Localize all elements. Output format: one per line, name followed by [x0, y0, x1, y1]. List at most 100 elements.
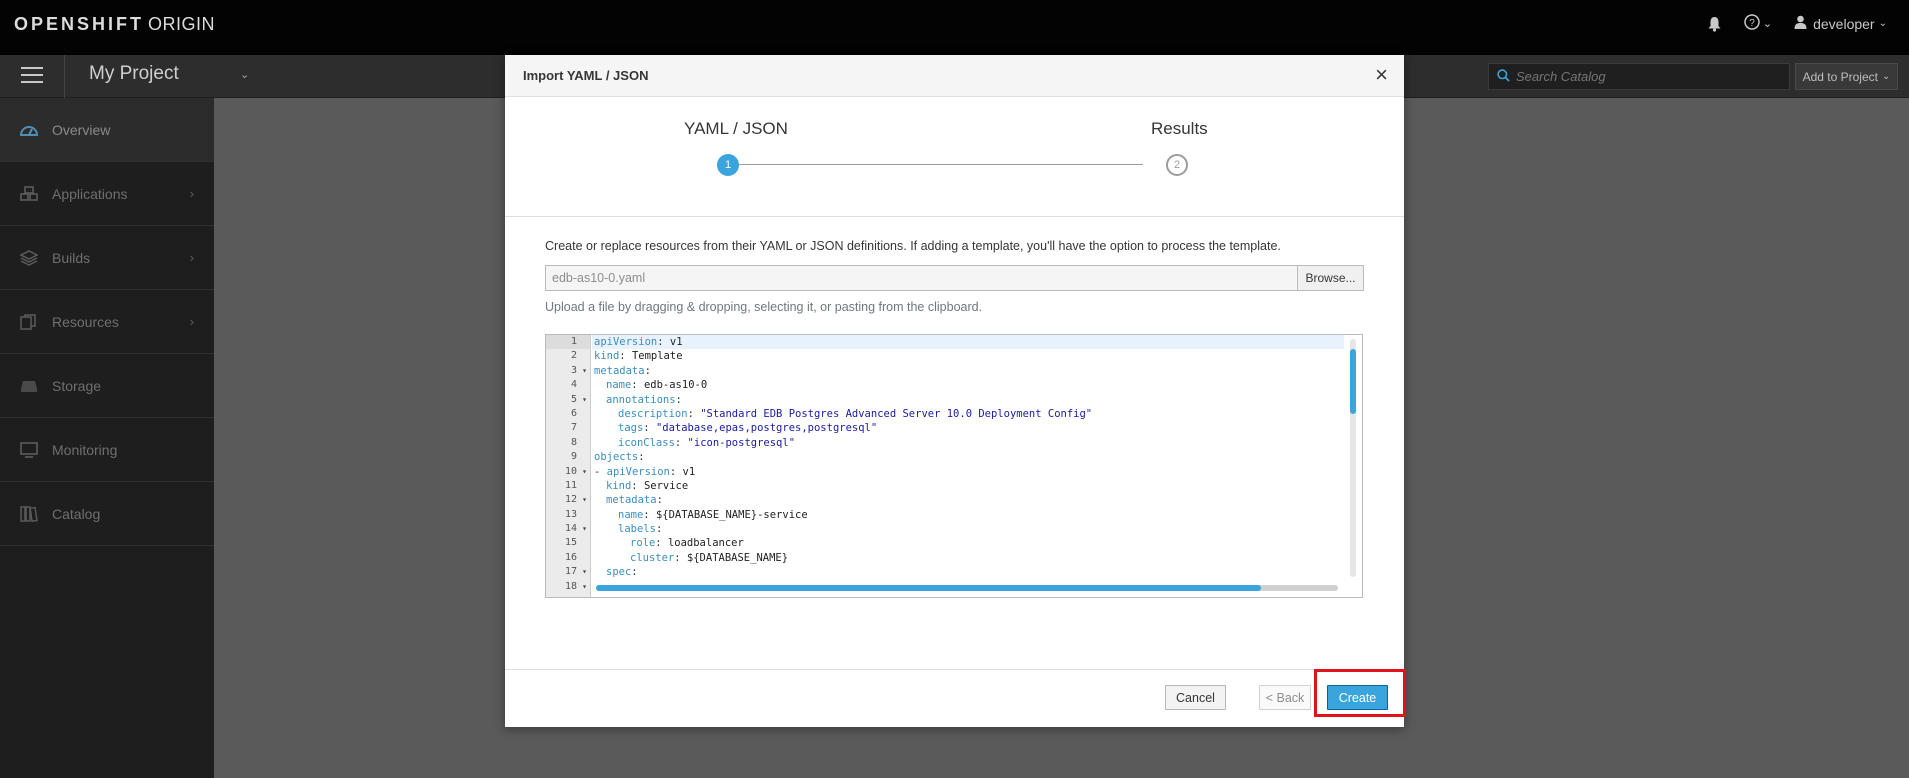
fold-toggle-icon[interactable]: ▾ — [582, 465, 587, 479]
code-line[interactable]: apiVersion: v1 — [592, 335, 1344, 350]
code-line[interactable]: spec: — [592, 565, 1344, 579]
code-line[interactable]: kind: Template — [592, 349, 1344, 363]
yaml-key: apiVersion — [594, 336, 658, 348]
sidebar: Overview Applications › Builds › Resourc… — [0, 98, 214, 778]
wizard-steps: YAML / JSON Results 1 2 — [505, 97, 1404, 217]
close-icon[interactable]: × — [1375, 64, 1388, 86]
add-to-project-button[interactable]: Add to Project ⌄ — [1795, 63, 1898, 90]
fold-toggle-icon[interactable]: ▾ — [582, 565, 587, 579]
line-number: 5 ▾ — [546, 393, 590, 407]
fold-toggle-icon[interactable]: ▾ — [582, 393, 587, 407]
brand-logo[interactable]: OPENSHIFT ORIGIN — [14, 14, 215, 35]
user-menu[interactable]: developer ⌄ — [1794, 15, 1887, 32]
storage-icon — [20, 377, 38, 395]
yaml-key: tags — [618, 422, 644, 435]
line-number: 14 ▾ — [546, 522, 590, 536]
hamburger-menu-icon[interactable] — [21, 67, 43, 85]
yaml-editor[interactable]: 1 2 3 ▾ 4 5 ▾ 6 7 8 9 10 ▾ 11 12 ▾ 13 14 ▾ 15 16 17 ▾ 18 ▾ apiVe… — [545, 334, 1363, 598]
help-menu[interactable]: ? ⌄ — [1744, 14, 1772, 33]
chevron-down-icon: ⌄ — [1878, 18, 1887, 29]
top-navbar: OPENSHIFT ORIGIN ? ⌄ developer ⌄ — [0, 0, 1909, 55]
code-line[interactable]: role: loadbalancer — [592, 536, 1344, 550]
chevron-down-icon: ⌄ — [1881, 71, 1891, 82]
search-icon — [1497, 68, 1510, 85]
user-name: developer — [1813, 15, 1875, 32]
line-gutter: 1 2 3 ▾ 4 5 ▾ 6 7 8 9 10 ▾ 11 12 ▾ 13 14 ▾ 15 16 17 ▾ 18 ▾ — [546, 335, 591, 597]
line-number: 9 — [570, 451, 577, 463]
dashboard-icon — [20, 121, 38, 139]
yaml-colon: : — [644, 364, 651, 377]
sidebar-item-builds[interactable]: Builds › — [0, 226, 214, 290]
yaml-key: metadata — [594, 364, 645, 377]
sidebar-item-label: Overview — [52, 121, 111, 138]
help-icon: ? — [1744, 14, 1760, 33]
code-line[interactable]: tags: "database,epas,postgres,postgresql… — [592, 421, 1344, 435]
code-line[interactable]: name: edb-as10-0 — [592, 378, 1344, 392]
fold-toggle-icon[interactable]: ▾ — [582, 522, 587, 536]
sidebar-item-overview[interactable]: Overview — [0, 98, 214, 162]
code-line[interactable]: metadata: — [592, 364, 1344, 378]
fold-toggle-icon[interactable]: ▾ — [582, 493, 587, 507]
search-catalog[interactable] — [1488, 63, 1790, 90]
yaml-key: kind — [594, 350, 620, 363]
scrollbar-thumb[interactable] — [1350, 349, 1356, 414]
file-upload-row: Browse... — [545, 265, 1364, 291]
code-line[interactable]: cluster: ${DATABASE_NAME} — [592, 551, 1344, 565]
bell-icon[interactable] — [1707, 16, 1722, 32]
code-area[interactable]: apiVersion: v1 kind: Template metadata: nam… — [592, 335, 1344, 594]
sidebar-item-storage[interactable]: Storage — [0, 354, 214, 418]
code-line[interactable]: description: "Standard EDB Postgres Adva… — [592, 407, 1344, 421]
line-number: 3 ▾ — [546, 364, 590, 378]
line-number: 17 ▾ — [546, 565, 590, 579]
step-1-dot[interactable]: 1 — [717, 154, 739, 176]
yaml-value: ${DATABASE_NAME} — [680, 551, 789, 564]
code-line[interactable]: objects: — [592, 450, 1344, 464]
sidebar-item-catalog[interactable]: Catalog — [0, 482, 214, 546]
code-line[interactable]: iconClass: "icon-postgresql" — [592, 436, 1344, 450]
yaml-value: "Standard EDB Postgres Advanced Server 1… — [693, 407, 1093, 420]
yaml-key: apiVersion — [606, 465, 670, 478]
code-line[interactable]: - apiVersion: v1 — [592, 465, 1344, 479]
scrollbar-thumb[interactable] — [596, 585, 1261, 591]
import-yaml-modal: Import YAML / JSON × YAML / JSON Results… — [505, 55, 1404, 727]
highlight-annotation — [1314, 669, 1406, 717]
sidebar-item-monitoring[interactable]: Monitoring — [0, 418, 214, 482]
line-number: 7 — [570, 422, 577, 434]
yaml-key: objects — [594, 451, 639, 464]
code-line[interactable]: kind: Service — [592, 479, 1344, 493]
cancel-button[interactable]: Cancel — [1165, 685, 1226, 710]
vertical-scrollbar[interactable] — [1350, 339, 1356, 577]
line-number: 13 — [564, 508, 577, 520]
code-line[interactable]: name: ${DATABASE_NAME}-service — [592, 508, 1344, 522]
brand-sub: ORIGIN — [148, 14, 216, 34]
sidebar-item-label: Catalog — [52, 505, 101, 522]
chevron-down-icon: ⌄ — [1762, 18, 1773, 30]
fold-toggle-icon[interactable]: ▾ — [582, 580, 587, 594]
project-selector[interactable]: My Project — [89, 63, 179, 85]
sidebar-item-label: Resources — [52, 313, 119, 330]
sidebar-item-resources[interactable]: Resources › — [0, 290, 214, 354]
code-line[interactable]: annotations: — [592, 393, 1344, 407]
line-number: 4 — [570, 379, 577, 391]
code-line[interactable]: labels: — [592, 522, 1344, 536]
cubes-icon — [20, 185, 38, 203]
file-name-field[interactable] — [545, 265, 1297, 291]
sidebar-item-applications[interactable]: Applications › — [0, 162, 214, 226]
line-number: 2 — [570, 350, 577, 362]
code-line[interactable]: metadata: — [592, 493, 1344, 507]
horizontal-scrollbar[interactable] — [596, 585, 1338, 591]
back-button[interactable]: < Back — [1259, 685, 1311, 710]
step-2-dot[interactable]: 2 — [1166, 154, 1188, 176]
step-2-label[interactable]: Results — [1151, 119, 1208, 139]
fold-toggle-icon[interactable]: ▾ — [582, 364, 587, 378]
browse-button[interactable]: Browse... — [1297, 265, 1364, 291]
add-to-project-label: Add to Project — [1802, 69, 1878, 84]
yaml-colon: : — [638, 451, 645, 464]
search-input[interactable] — [1516, 69, 1776, 84]
step-1-label[interactable]: YAML / JSON — [684, 119, 788, 139]
book-icon — [20, 505, 38, 523]
chevron-right-icon: › — [189, 314, 194, 329]
user-icon — [1794, 15, 1807, 32]
list-dash: - — [594, 465, 607, 478]
chevron-down-icon[interactable]: ⌄ — [240, 68, 249, 81]
